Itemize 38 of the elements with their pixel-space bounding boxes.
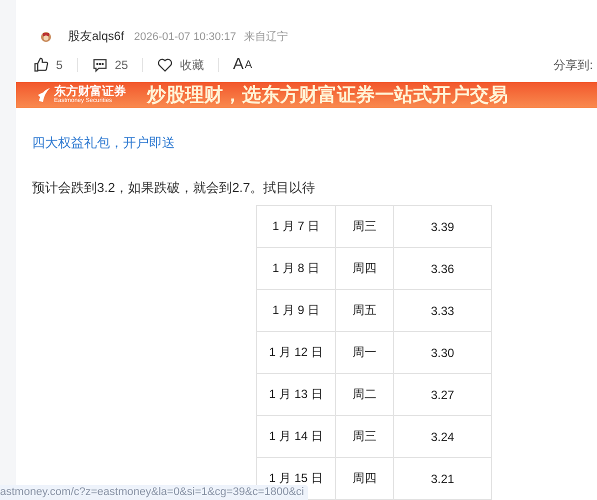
table-cell: 周四: [336, 248, 394, 290]
table-cell: 1 月 9 日: [256, 290, 336, 332]
like-button[interactable]: 5: [33, 57, 63, 73]
table-cell: 1 月 8 日: [256, 248, 336, 290]
brand-name: 东方财富证券: [54, 85, 126, 98]
favorite-button[interactable]: 收藏: [157, 56, 204, 74]
table-cell: 3.36: [394, 248, 492, 290]
table-cell: 1 月 12 日: [256, 332, 336, 374]
table-cell: 3.21: [394, 458, 492, 500]
heart-icon: [157, 57, 174, 73]
post-location: 来自辽宁: [244, 30, 288, 44]
table-cell: 周二: [336, 374, 394, 416]
avatar-icon: [40, 30, 52, 42]
table-cell: 周四: [336, 458, 394, 500]
table-cell: 周三: [336, 416, 394, 458]
table-cell: 3.33: [394, 290, 492, 332]
font-size-button[interactable]: AA: [233, 56, 252, 74]
status-url: astmoney.com/c?z=eastmoney&la=0&si=1&cg=39&c=1800&ci: [0, 485, 308, 500]
table-cell: 周五: [336, 290, 394, 332]
comment-button[interactable]: 25: [92, 57, 128, 73]
table-cell: 1 月 7 日: [256, 206, 336, 248]
promo-link[interactable]: 四大权益礼包，开户即送: [32, 134, 175, 152]
author-name[interactable]: 股友alqs6f: [68, 28, 124, 45]
comment-icon: [92, 57, 108, 73]
post-time: 2026-01-07 10:30:17: [134, 30, 236, 42]
share-label: 分享到:: [554, 56, 593, 74]
table-cell: 1 月 14 日: [256, 416, 336, 458]
table-cell: 3.27: [394, 374, 492, 416]
logo-icon: [37, 87, 51, 103]
table-cell: 3.30: [394, 332, 492, 374]
table-cell: 3.39: [394, 206, 492, 248]
table-cell: 周三: [336, 206, 394, 248]
thumbs-up-icon: [33, 57, 49, 73]
table-cell: 周一: [336, 332, 394, 374]
post-text: 预计会跌到3.2，如果跌破，就会到2.7。拭目以待: [32, 179, 316, 197]
table-cell: 1 月 13 日: [256, 374, 336, 416]
table-cell: 3.24: [394, 416, 492, 458]
banner-slogan: 炒股理财，选东方财富证券一站式开户交易: [147, 84, 508, 108]
